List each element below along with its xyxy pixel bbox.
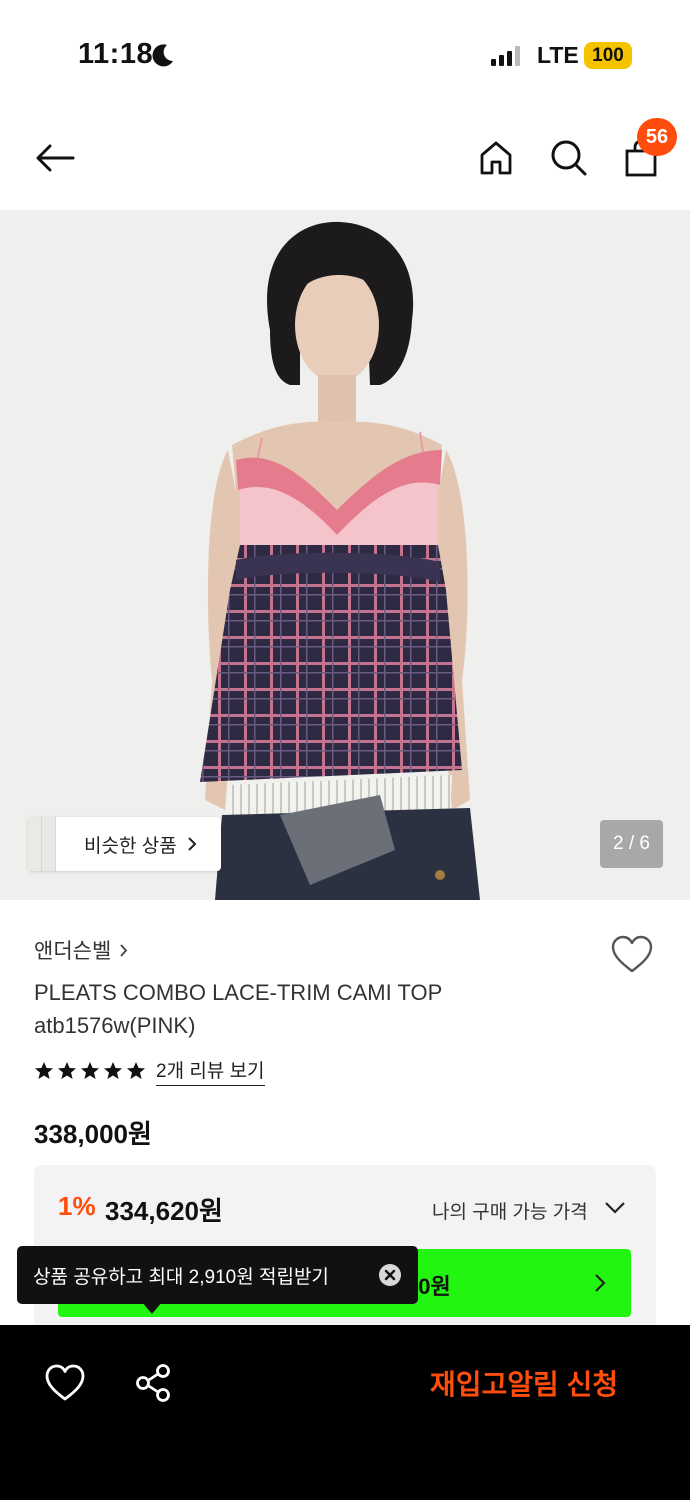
- similar-products-label: 비슷한 상품: [84, 835, 177, 857]
- heart-icon[interactable]: [610, 934, 654, 974]
- share-icon[interactable]: [134, 1363, 172, 1403]
- review-link[interactable]: 2개 리뷰 보기: [156, 1056, 265, 1086]
- star-icon: [58, 1062, 76, 1079]
- bottom-action-bar: 재입고알림 신청: [0, 1325, 690, 1500]
- star-icon: [35, 1062, 53, 1079]
- share-tooltip: 상품 공유하고 최대 2,910원 적립받기: [17, 1246, 418, 1304]
- arrow-left-icon: [36, 144, 75, 172]
- network-label: LTE: [537, 42, 579, 68]
- discount-price: 334,620원: [105, 1196, 223, 1226]
- chevron-right-icon: [120, 943, 128, 957]
- similar-thumbnails: [28, 817, 62, 871]
- cart-count-badge: 56: [637, 118, 677, 156]
- tooltip-arrow: [142, 1302, 162, 1314]
- star-icon: [104, 1062, 122, 1079]
- star-icon: [81, 1062, 99, 1079]
- home-icon: [480, 141, 512, 175]
- rating: 2개 리뷰 보기: [34, 1056, 265, 1086]
- product-image[interactable]: [0, 210, 690, 900]
- status-bar: 11:18 LTE 100: [0, 0, 690, 110]
- discount-rate: 1%: [58, 1191, 96, 1221]
- app-header: [0, 110, 690, 210]
- search-button[interactable]: [546, 134, 592, 182]
- restock-alert-button[interactable]: 재입고알림 신청: [404, 1361, 644, 1405]
- tooltip-text: 상품 공유하고 최대 2,910원 적립받기: [33, 1266, 329, 1288]
- image-counter: 2 / 6: [600, 820, 663, 868]
- status-time: 11:18: [78, 38, 154, 70]
- my-price-toggle[interactable]: 나의 구매 가능 가격: [432, 1197, 588, 1224]
- star-icon: [127, 1062, 145, 1079]
- chevron-right-icon: [187, 837, 197, 851]
- product-photo: [200, 221, 480, 900]
- heart-icon[interactable]: [44, 1363, 86, 1403]
- brand-name: 앤더슨벨: [34, 940, 112, 963]
- chevron-down-icon[interactable]: [604, 1201, 626, 1215]
- brand-link[interactable]: 앤더슨벨: [34, 935, 128, 965]
- chevron-right-icon: [595, 1274, 606, 1292]
- product-name: PLEATS COMBO LACE-TRIM CAMI TOP atb1576w…: [34, 980, 442, 1038]
- battery-indicator: 100: [584, 42, 632, 69]
- product-price: 338,000원: [34, 1119, 152, 1149]
- close-circle-icon[interactable]: [379, 1264, 401, 1286]
- moon-icon: [152, 44, 173, 67]
- home-button[interactable]: [474, 134, 518, 182]
- similar-products-button[interactable]: 비슷한 상품: [28, 817, 221, 871]
- search-icon: [551, 140, 587, 176]
- star-rating: [34, 1061, 146, 1081]
- back-button[interactable]: [30, 136, 80, 180]
- signal-icon: [491, 46, 520, 66]
